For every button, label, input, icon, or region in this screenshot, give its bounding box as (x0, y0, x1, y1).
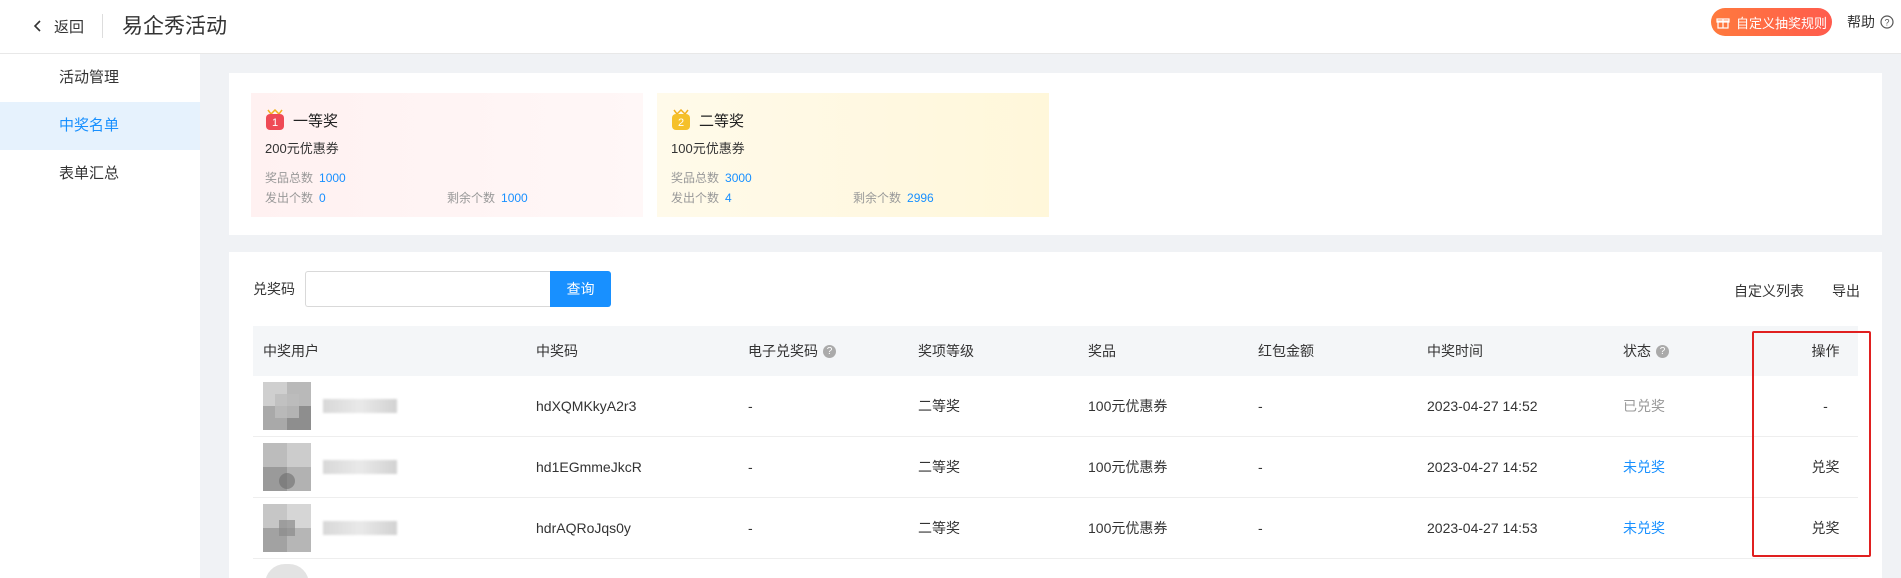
prize-level: 二等奖 (918, 520, 960, 536)
winning-code: hdXQMKkyA2r3 (536, 398, 637, 414)
custom-rule-button[interactable]: 自定义抽奖规则 (1711, 8, 1832, 36)
medal-second-icon: 2 (671, 108, 691, 131)
header-ecode: 电子兑奖码? (748, 341, 918, 361)
stat-label: 剩余个数 (447, 190, 496, 205)
top-bar: 返回 易企秀活动 自定义抽奖规则 帮助 ? (0, 0, 1901, 54)
back-button[interactable]: 返回 (32, 12, 84, 40)
sidebar-item-label: 活动管理 (59, 69, 120, 86)
win-time: 2023-04-27 14:53 (1427, 520, 1538, 536)
search-button[interactable]: 查询 (550, 271, 611, 307)
prize-card-first: 1 一等奖 200元优惠券 奖品总数 1000 发出个数 0 剩余个数 1000 (251, 93, 643, 217)
help-icon[interactable]: ? (823, 344, 836, 358)
stat-value: 1000 (319, 170, 346, 185)
stat-label: 剩余个数 (853, 190, 902, 205)
help-label: 帮助 (1847, 14, 1875, 30)
stat-value: 3000 (725, 170, 752, 185)
prize: 100元优惠券 (1088, 398, 1168, 414)
red-packet-amount: - (1258, 398, 1263, 414)
prize-card-second: 2 二等奖 100元优惠券 奖品总数 3000 发出个数 4 剩余个数 2996 (657, 93, 1049, 217)
stat-label: 发出个数 (265, 190, 314, 205)
winner-table: 中奖用户 中奖码 电子兑奖码? 奖项等级 奖品 红包金额 中奖时间 状态? 操作… (253, 326, 1858, 559)
avatar (263, 443, 311, 491)
help-icon[interactable]: ? (1656, 344, 1669, 358)
stat-label: 奖品总数 (671, 170, 720, 185)
sidebar-item-winner-list[interactable]: 中奖名单 (0, 102, 200, 150)
sidebar: 活动管理 中奖名单 表单汇总 (0, 54, 200, 578)
sidebar-item-label: 中奖名单 (59, 117, 120, 134)
redeem-code-input[interactable] (305, 271, 550, 307)
table-row: hd1EGmmeJkcR - 二等奖 100元优惠券 - 2023-04-27 … (253, 437, 1858, 498)
medal-rank: 1 (272, 117, 278, 129)
question-circle-icon: ? (1880, 15, 1894, 29)
stat-label: 奖品总数 (265, 170, 314, 185)
prize-name: 一等奖 (293, 112, 339, 130)
header-user: 中奖用户 (263, 343, 319, 359)
prize-name: 二等奖 (699, 112, 745, 130)
blurred-username (323, 399, 397, 413)
prize-level: 二等奖 (918, 459, 960, 475)
stat-label: 发出个数 (671, 190, 720, 205)
e-code: - (748, 398, 753, 414)
header-ecode-label: 电子兑奖码 (748, 343, 818, 359)
win-time: 2023-04-27 14:52 (1427, 398, 1538, 414)
search-label: 兑奖码 (253, 281, 295, 297)
stat-value: 2996 (907, 190, 934, 205)
chevron-left-icon (33, 20, 41, 32)
search-bar: 兑奖码 查询 (253, 271, 611, 307)
prize-level: 二等奖 (918, 398, 960, 414)
sidebar-item-label: 表单汇总 (59, 165, 120, 182)
blurred-username (323, 460, 397, 474)
header-level: 奖项等级 (918, 343, 974, 359)
gift-icon (1716, 18, 1730, 29)
export-link[interactable]: 导出 (1832, 281, 1860, 301)
avatar (263, 504, 311, 552)
table-header: 中奖用户 中奖码 电子兑奖码? 奖项等级 奖品 红包金额 中奖时间 状态? 操作 (253, 326, 1858, 376)
prize: 100元优惠券 (1088, 459, 1168, 475)
winner-list-panel: 兑奖码 查询 自定义列表 导出 中奖用户 中奖码 电子兑奖码? 奖项等级 奖品 … (229, 252, 1882, 578)
winning-code: hd1EGmmeJkcR (536, 459, 642, 475)
prize-item: 100元优惠券 (671, 141, 745, 156)
header-status-label: 状态 (1623, 343, 1651, 359)
stat-value: 0 (319, 190, 326, 205)
stat-value: 1000 (501, 190, 528, 205)
svg-text:?: ? (1884, 18, 1889, 28)
header-red-packet: 红包金额 (1258, 343, 1314, 359)
sidebar-item-form-summary[interactable]: 表单汇总 (0, 150, 200, 198)
header-code: 中奖码 (536, 343, 578, 359)
medal-first-icon: 1 (265, 108, 285, 131)
table-row: hdrAQRoJqs0y - 二等奖 100元优惠券 - 2023-04-27 … (253, 498, 1858, 559)
red-packet-amount: - (1258, 520, 1263, 536)
blurred-username (323, 521, 397, 535)
win-time: 2023-04-27 14:52 (1427, 459, 1538, 475)
header-time: 中奖时间 (1427, 343, 1483, 359)
avatar (265, 564, 309, 578)
red-packet-amount: - (1258, 459, 1263, 475)
prize-item: 200元优惠券 (265, 141, 339, 156)
medal-rank: 2 (678, 117, 684, 129)
table-row: hdXQMKkyA2r3 - 二等奖 100元优惠券 - 2023-04-27 … (253, 376, 1858, 437)
stat-value: 4 (725, 190, 732, 205)
e-code: - (748, 459, 753, 475)
app-title: 易企秀活动 (122, 15, 227, 38)
header-divider (102, 14, 103, 38)
custom-rule-label: 自定义抽奖规则 (1735, 15, 1827, 31)
header-prize: 奖品 (1088, 343, 1116, 359)
avatar (263, 382, 311, 430)
back-label: 返回 (54, 18, 85, 36)
prize: 100元优惠券 (1088, 520, 1168, 536)
e-code: - (748, 520, 753, 536)
winning-code: hdrAQRoJqs0y (536, 520, 631, 536)
prize-summary-panel: 1 一等奖 200元优惠券 奖品总数 1000 发出个数 0 剩余个数 1000 2 … (229, 73, 1882, 235)
sidebar-item-activity-management[interactable]: 活动管理 (0, 54, 200, 102)
help-link[interactable]: 帮助 ? (1847, 12, 1894, 32)
highlight-annotation (1752, 331, 1871, 557)
custom-columns-link[interactable]: 自定义列表 (1734, 281, 1804, 301)
